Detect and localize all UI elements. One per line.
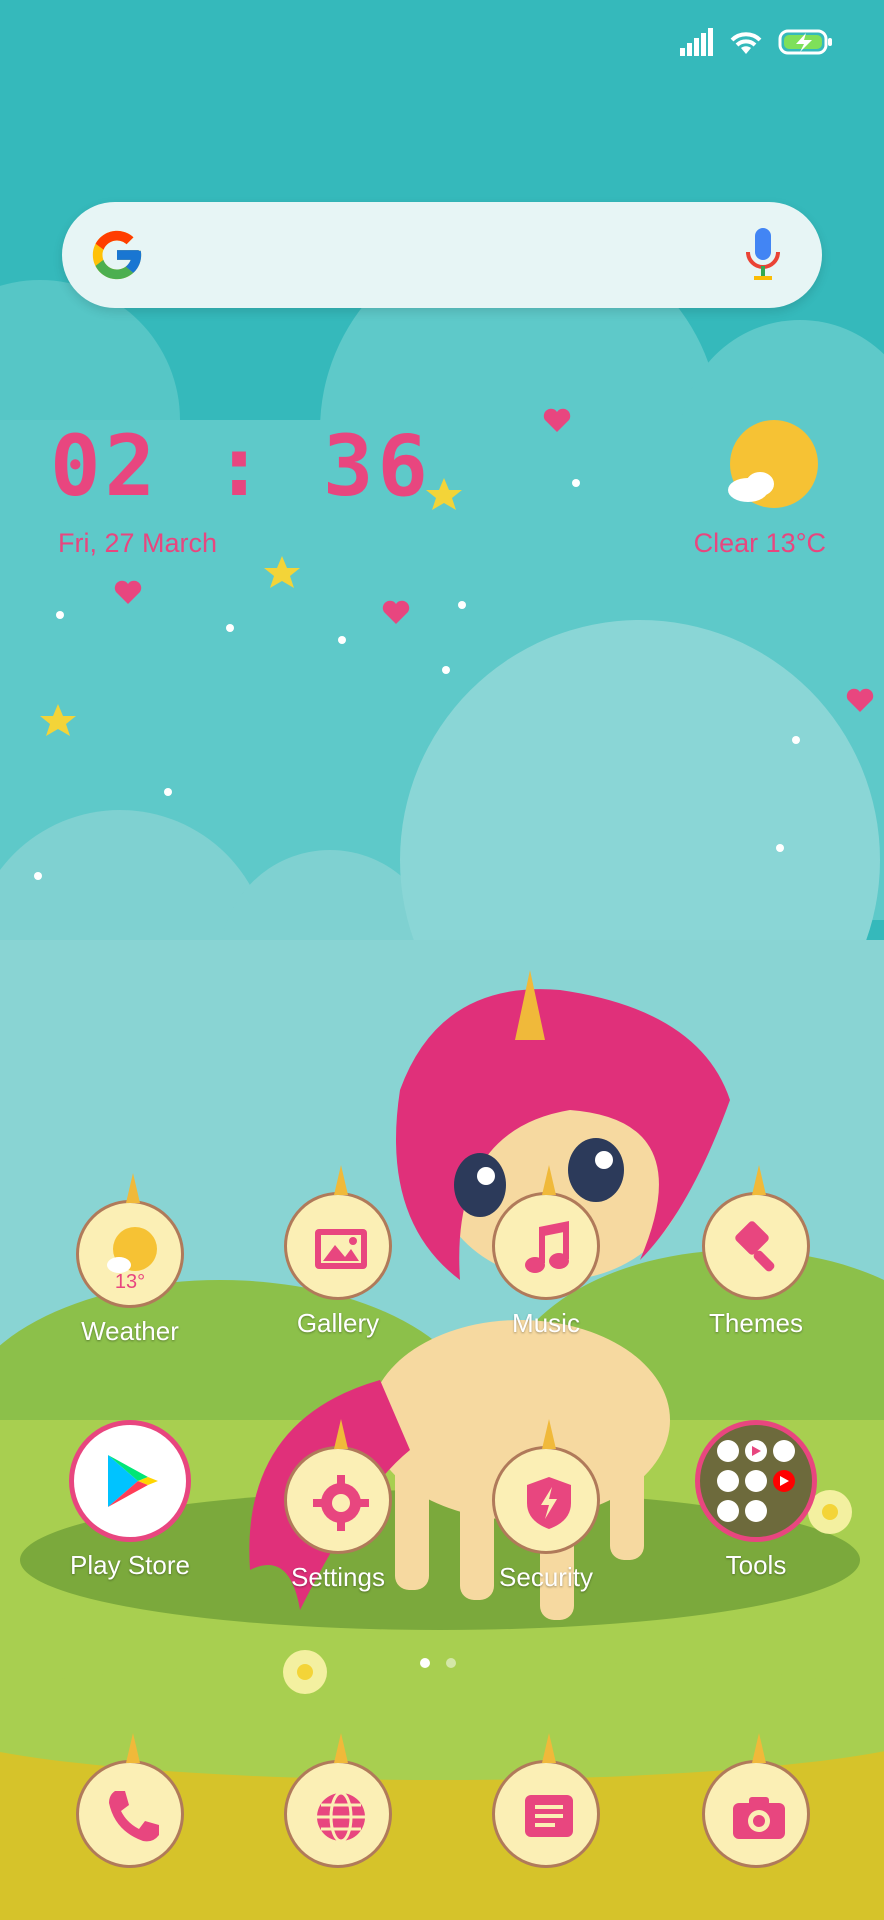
page-dot[interactable] [446,1658,456,1668]
app-gallery[interactable]: Gallery [258,1165,418,1339]
google-logo-icon [92,230,142,280]
app-security[interactable]: Security [466,1419,626,1593]
play-store-icon [69,1420,191,1542]
sunny-cloud-icon[interactable] [724,418,820,514]
app-themes[interactable]: Themes [676,1165,836,1339]
wifi-icon [730,32,762,54]
mic-icon[interactable] [744,228,782,282]
app-label: Themes [709,1308,803,1338]
messages-icon [492,1733,600,1868]
weather-summary: Clear 13°C [693,528,826,558]
settings-icon [284,1419,392,1554]
clock-time[interactable]: 02 : 36 [50,424,432,508]
app-music[interactable]: Music [466,1165,626,1339]
clock-date: Fri, 27 March [58,528,218,558]
page-dot-active[interactable] [420,1658,430,1668]
status-bar [680,24,834,60]
app-settings[interactable]: Settings [258,1419,418,1593]
battery-charging-icon [778,29,832,55]
tools-folder-icon [695,1420,817,1542]
app-label: Settings [291,1562,385,1592]
phone-icon [76,1733,184,1868]
google-search-bar[interactable] [62,202,822,308]
browser-icon [284,1733,392,1868]
camera-icon [702,1733,810,1868]
app-label: Music [512,1308,580,1338]
music-icon [492,1165,600,1300]
dock-phone[interactable] [50,1733,210,1868]
app-label: Gallery [296,1308,380,1338]
app-weather[interactable]: 13° Weather [50,1173,210,1347]
app-label: Play Store [70,1550,190,1580]
app-label: Tools [725,1550,787,1580]
app-label: Security [499,1562,593,1592]
security-icon [492,1419,600,1554]
app-tools-folder[interactable]: Tools [676,1420,836,1581]
page-indicator [420,1658,456,1668]
weather-app-temp: 13° [114,1271,146,1293]
themes-icon [702,1165,810,1300]
gallery-icon [284,1165,392,1300]
app-label: Weather [81,1316,179,1346]
app-play-store[interactable]: Play Store [50,1420,210,1581]
dock-camera[interactable] [676,1733,836,1868]
weather-icon: 13° [76,1173,184,1308]
dock-browser[interactable] [258,1733,418,1868]
dock-messages[interactable] [466,1733,626,1868]
signal-icon [680,28,713,56]
